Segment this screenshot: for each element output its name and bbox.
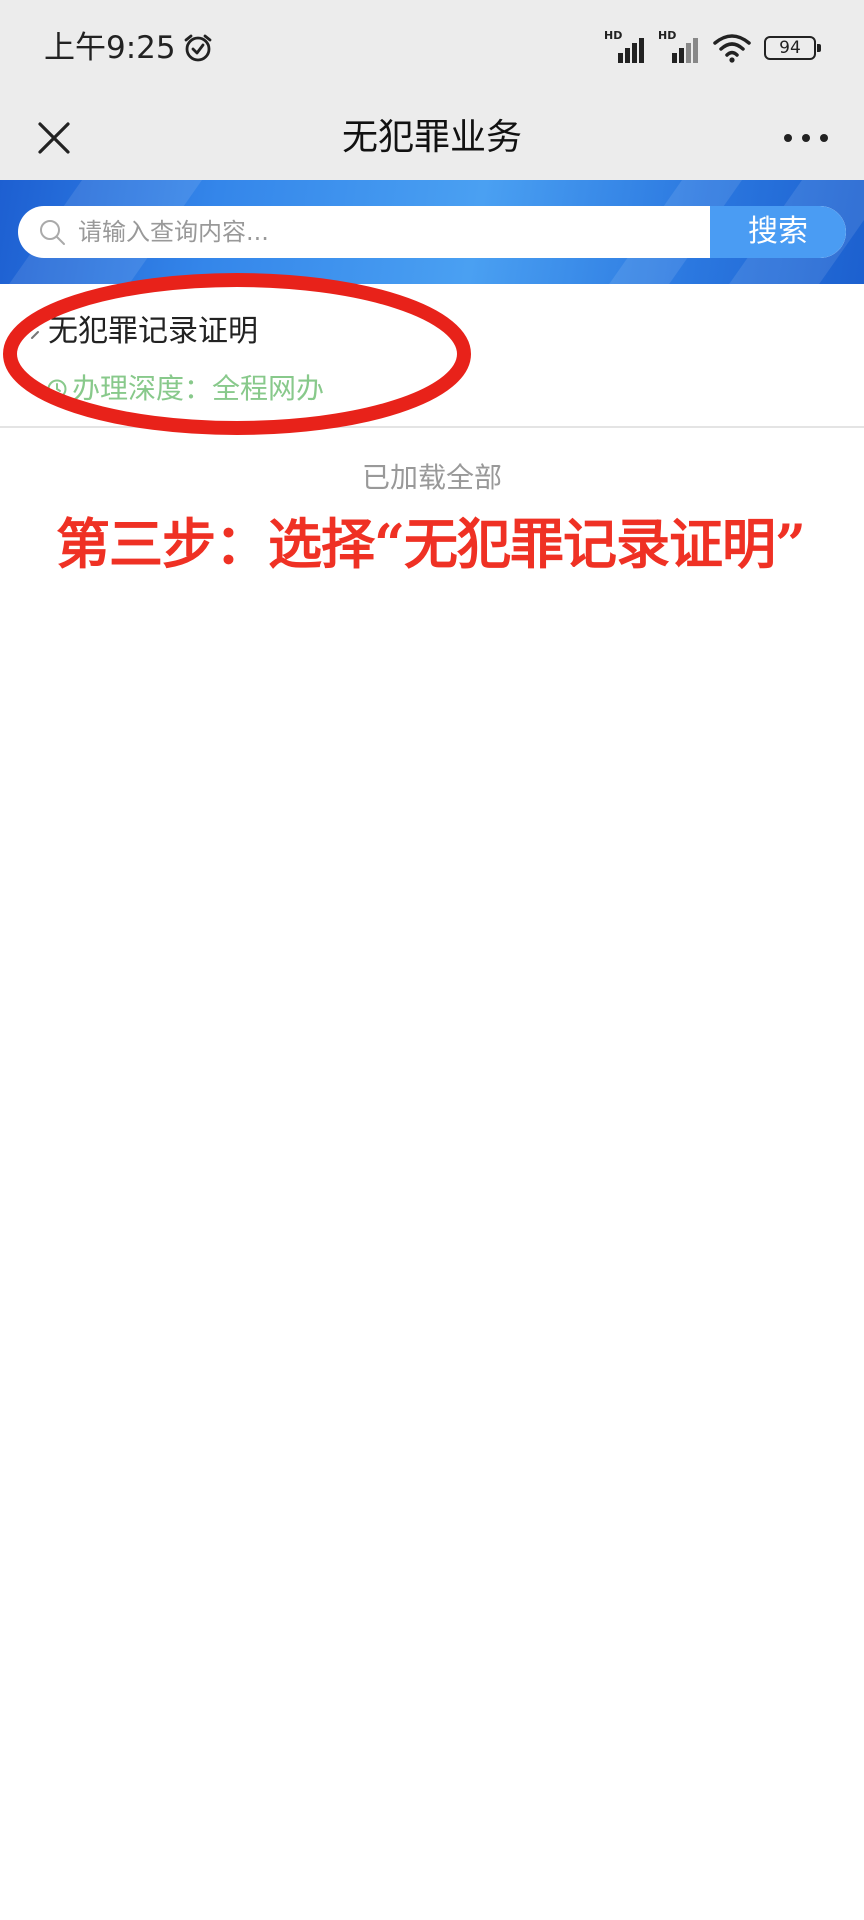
search-box: 搜索 <box>18 206 846 258</box>
cell-signal-1-icon: HD <box>604 29 646 63</box>
status-bar: 上午9:25 HD HD 94 <box>0 0 864 96</box>
list-item[interactable]: 无犯罪记录证明 办理深度：全程网办 <box>0 284 864 428</box>
alarm-icon <box>184 34 212 62</box>
signal-1-hd-label: HD <box>604 29 623 42</box>
status-icons: HD HD 94 <box>604 29 821 64</box>
wifi-icon <box>713 34 751 63</box>
cell-signal-2-icon: HD <box>658 29 700 63</box>
step-caption: 第三步：选择“无犯罪记录证明” <box>56 512 806 576</box>
nav-bar: 无犯罪业务 <box>0 96 864 180</box>
signal-2-hd-label: HD <box>658 29 677 42</box>
status-time: 上午9:25 <box>44 28 214 68</box>
list-footer: 已加载全部 <box>361 461 502 494</box>
result-depth-label: 办理深度：全程网办 <box>72 372 325 405</box>
battery-icon: 94 <box>764 36 821 60</box>
result-title: 无犯罪记录证明 <box>48 314 258 349</box>
search-icon <box>40 220 65 245</box>
battery-level: 94 <box>779 38 801 58</box>
search-button[interactable]: 搜索 <box>710 206 846 258</box>
bullet-icon <box>31 331 39 339</box>
search-header: 搜索 <box>0 180 864 284</box>
result-depth: 办理深度：全程网办 <box>46 370 324 408</box>
clock-icon <box>47 379 67 399</box>
page-title: 无犯罪业务 <box>341 117 522 158</box>
more-options-icon[interactable] <box>768 110 844 166</box>
status-time-text: 上午9:25 <box>44 30 176 66</box>
search-input[interactable] <box>78 206 718 258</box>
